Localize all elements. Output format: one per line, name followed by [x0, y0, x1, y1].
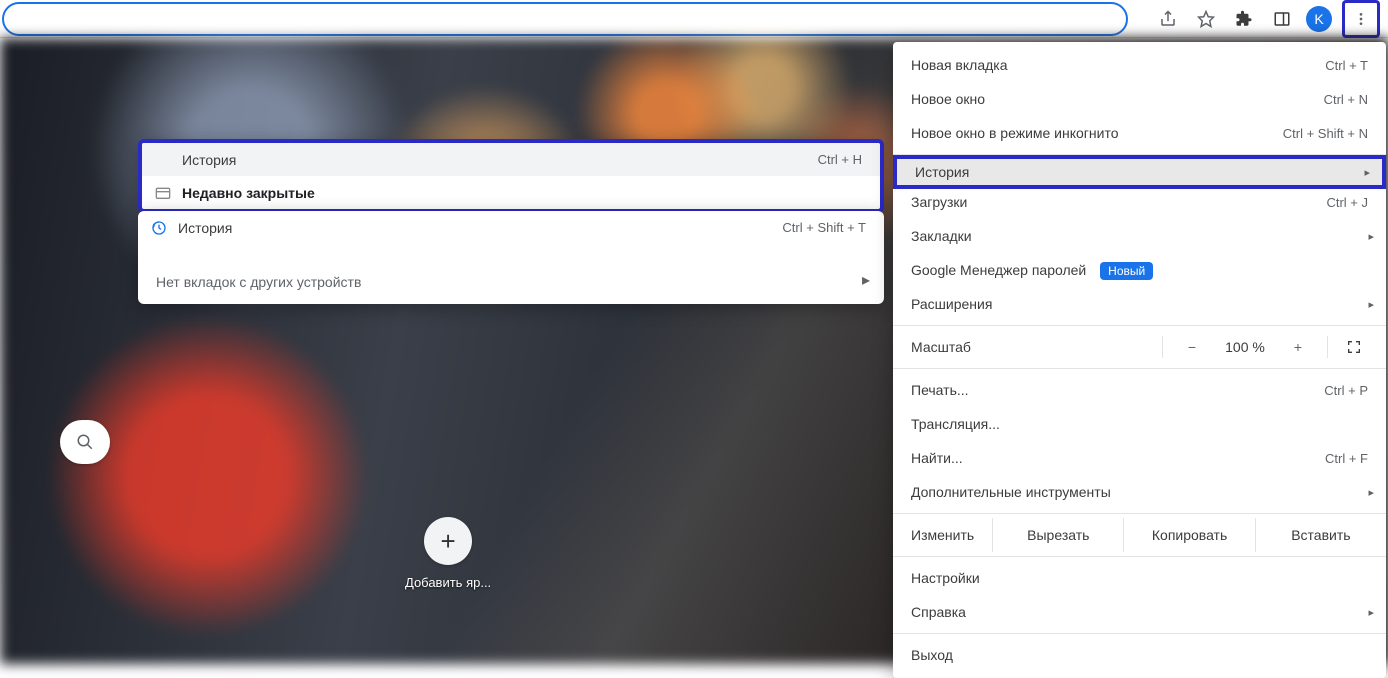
- history-item-recently-closed[interactable]: Недавно закрытые: [142, 176, 880, 209]
- menu-shortcut: Ctrl + T: [1325, 58, 1368, 73]
- menu-label: Расширения: [911, 296, 992, 312]
- menu-settings[interactable]: Настройки: [893, 561, 1386, 595]
- menu-separator: [893, 513, 1386, 514]
- chrome-main-menu: Новая вкладка Ctrl + T Новое окно Ctrl +…: [893, 42, 1386, 678]
- more-vert-icon[interactable]: [1347, 5, 1375, 33]
- browser-toolbar: K: [0, 0, 1388, 38]
- menu-bookmarks[interactable]: Закладки ▸: [893, 219, 1386, 253]
- share-icon[interactable]: [1154, 5, 1182, 33]
- history-item-history[interactable]: История Ctrl + H: [142, 143, 880, 176]
- chevron-right-icon: ▸: [1368, 298, 1374, 311]
- menu-label: Новая вкладка: [911, 57, 1008, 73]
- menu-shortcut: Ctrl + Shift + T: [782, 220, 866, 235]
- menu-label: Новое окно: [911, 91, 985, 107]
- menu-label: Трансляция...: [911, 416, 1000, 432]
- menu-incognito[interactable]: Новое окно в режиме инкогнито Ctrl + Shi…: [893, 116, 1386, 150]
- menu-shortcut: Ctrl + P: [1324, 383, 1368, 398]
- plus-icon: +: [424, 517, 472, 565]
- address-bar[interactable]: [2, 2, 1128, 36]
- menu-label: Изменить: [893, 518, 992, 552]
- menu-label: История: [915, 164, 969, 180]
- edit-cut-button[interactable]: Вырезать: [992, 518, 1123, 552]
- menu-print[interactable]: Печать... Ctrl + P: [893, 373, 1386, 407]
- search-icon: [76, 433, 94, 451]
- menu-separator: [893, 325, 1386, 326]
- tab-icon: [154, 184, 172, 202]
- edit-paste-button[interactable]: Вставить: [1255, 518, 1386, 552]
- history-no-tabs-text: Нет вкладок с других устройств: [156, 274, 361, 290]
- menu-history[interactable]: История ▸: [893, 155, 1386, 189]
- history-submenu-rest: История Ctrl + Shift + T Нет вкладок с д…: [138, 211, 884, 304]
- zoom-out-button[interactable]: −: [1181, 339, 1203, 355]
- menu-label: Недавно закрытые: [182, 185, 315, 201]
- toolbar-actions: K: [1154, 0, 1388, 38]
- menu-label: Выход: [911, 647, 953, 663]
- menu-label: Справка: [911, 604, 966, 620]
- zoom-in-button[interactable]: +: [1287, 339, 1309, 355]
- bookmark-star-icon[interactable]: [1192, 5, 1220, 33]
- menu-password-manager[interactable]: Google Менеджер паролей Новый: [893, 253, 1386, 287]
- menu-new-tab[interactable]: Новая вкладка Ctrl + T: [893, 48, 1386, 82]
- profile-avatar[interactable]: K: [1306, 6, 1332, 32]
- menu-label: Новое окно в режиме инкогнито: [911, 125, 1119, 141]
- menu-shortcut: Ctrl + H: [818, 152, 862, 167]
- chevron-right-icon: ▸: [1368, 486, 1374, 499]
- menu-separator: [893, 556, 1386, 557]
- menu-more-tools[interactable]: Дополнительные инструменты ▸: [893, 475, 1386, 509]
- menu-label: Дополнительные инструменты: [911, 484, 1111, 500]
- chevron-right-icon: ▸: [1368, 606, 1374, 619]
- history-submenu: История Ctrl + H Недавно закрытые Истори…: [138, 139, 884, 304]
- menu-downloads[interactable]: Загрузки Ctrl + J: [893, 185, 1386, 219]
- edit-copy-button[interactable]: Копировать: [1123, 518, 1254, 552]
- menu-label: Google Менеджер паролей Новый: [911, 262, 1153, 278]
- chevron-right-icon[interactable]: ▸: [862, 270, 870, 290]
- menu-label: Закладки: [911, 228, 972, 244]
- menu-edit-row: Изменить Вырезать Копировать Вставить: [893, 518, 1386, 552]
- menu-label: История: [182, 152, 236, 168]
- menu-label: История: [178, 220, 232, 236]
- menu-help[interactable]: Справка ▸: [893, 595, 1386, 629]
- menu-separator: [893, 633, 1386, 634]
- menu-shortcut: Ctrl + F: [1325, 451, 1368, 466]
- menu-shortcut: Ctrl + Shift + N: [1283, 126, 1368, 141]
- history-submenu-highlighted: История Ctrl + H Недавно закрытые: [138, 139, 884, 213]
- menu-label: Настройки: [911, 570, 980, 586]
- chevron-right-icon: ▸: [1368, 230, 1374, 243]
- menu-shortcut: Ctrl + J: [1326, 195, 1368, 210]
- search-box[interactable]: [60, 420, 110, 464]
- menu-label: Найти...: [911, 450, 963, 466]
- menu-cast[interactable]: Трансляция...: [893, 407, 1386, 441]
- history-clock-icon: [150, 219, 168, 237]
- menu-find[interactable]: Найти... Ctrl + F: [893, 441, 1386, 475]
- menu-label: Печать...: [911, 382, 969, 398]
- add-shortcut[interactable]: + Добавить яр...: [405, 517, 491, 590]
- new-badge: Новый: [1100, 262, 1153, 280]
- menu-zoom: Масштаб − 100 % +: [893, 330, 1386, 364]
- fullscreen-icon[interactable]: [1346, 339, 1368, 355]
- menu-exit[interactable]: Выход: [893, 638, 1386, 672]
- menu-new-window[interactable]: Новое окно Ctrl + N: [893, 82, 1386, 116]
- add-shortcut-label: Добавить яр...: [405, 575, 491, 590]
- menu-separator: [893, 368, 1386, 369]
- chevron-right-icon: ▸: [1364, 166, 1370, 179]
- menu-shortcut: Ctrl + N: [1324, 92, 1368, 107]
- history-item-tabs[interactable]: История Ctrl + Shift + T: [138, 211, 884, 244]
- menu-extensions[interactable]: Расширения ▸: [893, 287, 1386, 321]
- more-menu-highlight: [1342, 0, 1380, 38]
- extensions-puzzle-icon[interactable]: [1230, 5, 1258, 33]
- menu-label: Загрузки: [911, 194, 967, 210]
- zoom-value: 100 %: [1221, 339, 1269, 355]
- side-panel-icon[interactable]: [1268, 5, 1296, 33]
- menu-label: Масштаб: [911, 339, 971, 355]
